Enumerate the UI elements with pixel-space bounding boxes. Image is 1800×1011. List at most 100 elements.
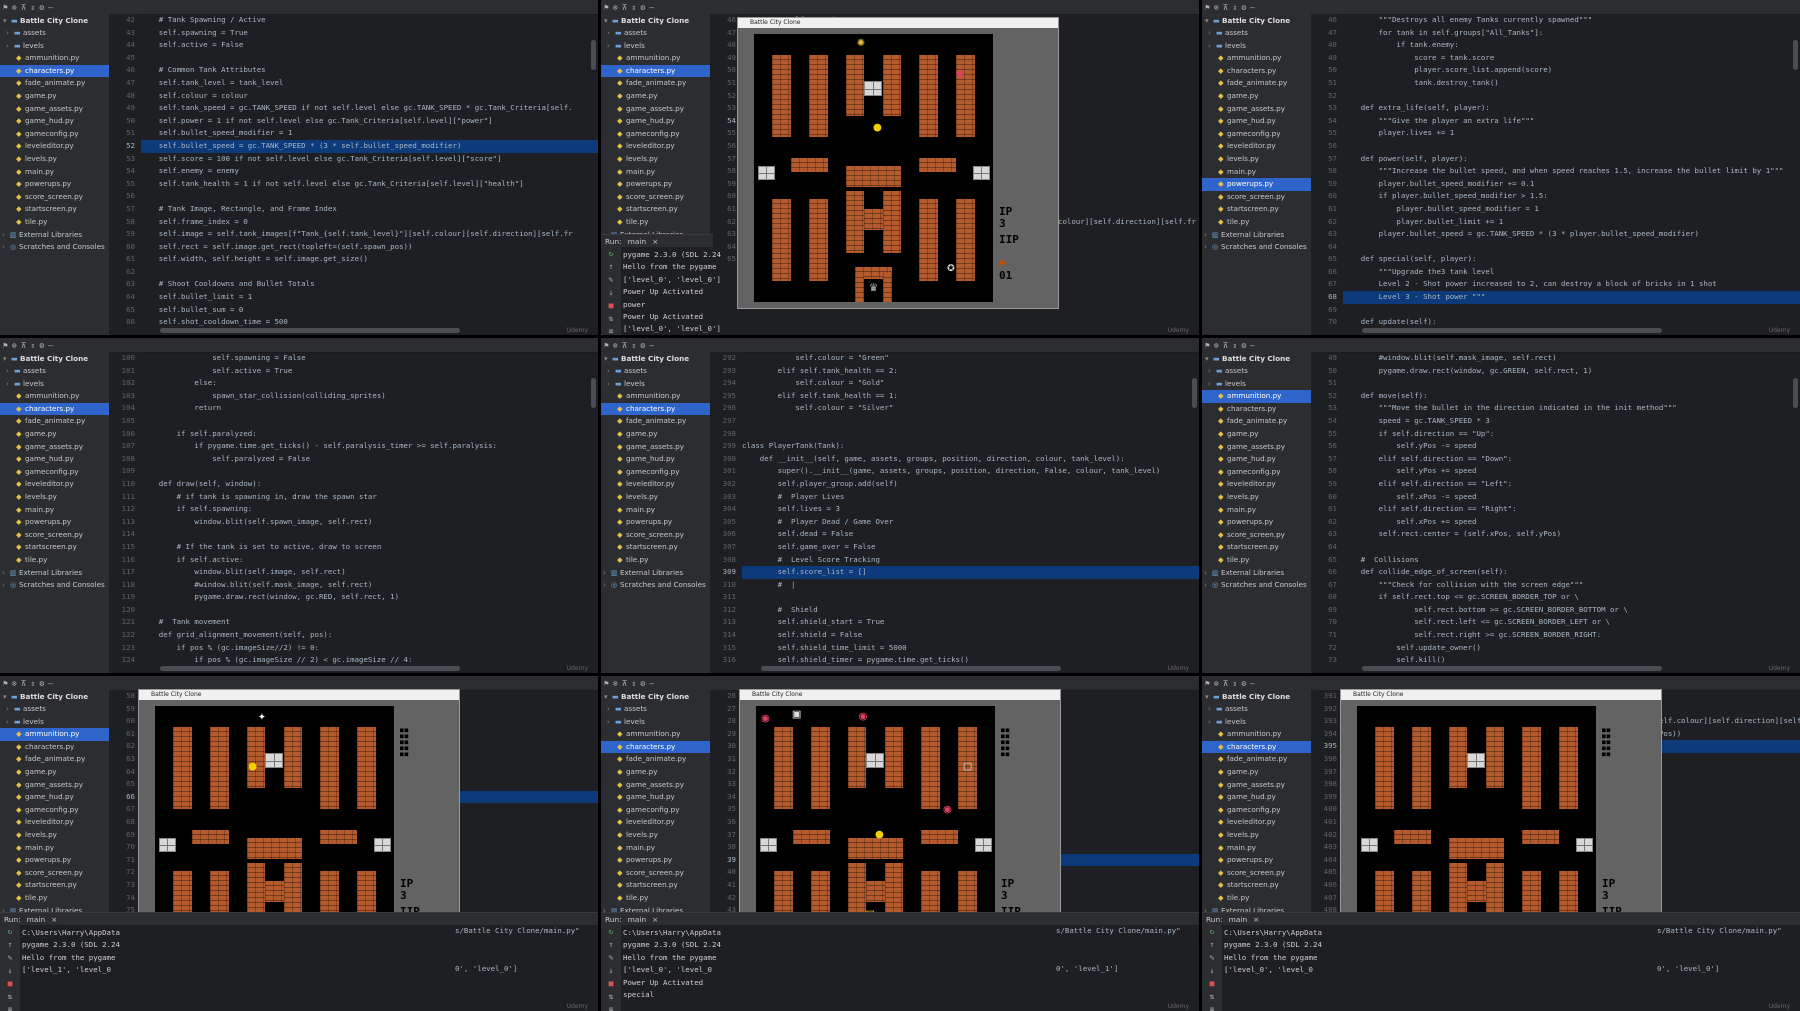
- chevron-right-icon[interactable]: ›: [1204, 241, 1212, 254]
- code-line[interactable]: self.bullet_speed_modifier = 1: [141, 127, 598, 140]
- file-powerups[interactable]: ◆ powerups.py: [1202, 516, 1311, 529]
- file-tile[interactable]: ◆ tile.py: [1202, 216, 1311, 229]
- vertical-scrollbar[interactable]: [591, 378, 596, 408]
- folder-assets[interactable]: › ▬ assets: [601, 27, 710, 40]
- file-characters[interactable]: ◆ characters.py: [1202, 740, 1311, 754]
- file-game[interactable]: ◆ game.py: [601, 90, 710, 103]
- file-game_hud[interactable]: ◆ game_hud.py: [601, 791, 710, 804]
- chevron-right-icon[interactable]: ›: [607, 40, 615, 53]
- file-score_screen[interactable]: ◆ score_screen.py: [601, 529, 710, 542]
- file-startscreen[interactable]: ◆ startscreen.py: [1202, 203, 1311, 216]
- project-root[interactable]: ▾ ▬ Battle City Clone: [601, 690, 710, 703]
- file-startscreen[interactable]: ◆ startscreen.py: [1202, 541, 1311, 554]
- file-powerups[interactable]: ◆ powerups.py: [601, 516, 710, 529]
- code-line[interactable]: [742, 591, 1199, 604]
- code-line[interactable]: [742, 428, 1199, 441]
- horizontal-scrollbar[interactable]: [1362, 666, 1662, 671]
- file-powerups[interactable]: ◆ powerups.py: [1202, 854, 1311, 867]
- collapse-icon[interactable]: ⊼: [1223, 341, 1229, 350]
- code-line[interactable]: elif self.direction == "Left":: [1343, 478, 1800, 491]
- tree-extra[interactable]: ›◎Scratches and Consoles: [0, 241, 109, 254]
- code-line[interactable]: # |: [742, 579, 1199, 592]
- file-game_assets[interactable]: ◆ game_assets.py: [601, 103, 710, 116]
- file-ammunition[interactable]: ◆ ammunition.py: [1202, 728, 1311, 741]
- file-game_hud[interactable]: ◆ game_hud.py: [1202, 791, 1311, 804]
- code-line[interactable]: # Level Score Tracking: [742, 554, 1199, 567]
- project-icon[interactable]: ⚑: [604, 341, 609, 350]
- chevron-right-icon[interactable]: ›: [607, 378, 615, 391]
- file-main[interactable]: ◆ main.py: [601, 842, 710, 855]
- code-line[interactable]: self.score_list = []: [742, 566, 1199, 579]
- horizontal-scrollbar[interactable]: [160, 666, 460, 671]
- code-line[interactable]: [141, 190, 598, 203]
- tree-extra[interactable]: ›▥External Libraries: [0, 229, 109, 242]
- file-leveleditor[interactable]: ◆ leveleditor.py: [0, 816, 109, 829]
- code-line[interactable]: # Shield: [742, 604, 1199, 617]
- hide-icon[interactable]: —: [1250, 341, 1255, 350]
- project-root[interactable]: ▾ ▬ Battle City Clone: [601, 352, 710, 365]
- gear-icon[interactable]: ⚙: [39, 679, 44, 688]
- code-line[interactable]: pygame.draw.rect(window, gc.GREEN, self.…: [1343, 365, 1800, 378]
- code-line[interactable]: player.bullet_speed_modifier = 1: [1343, 203, 1800, 216]
- code-line[interactable]: def move(self):: [1343, 390, 1800, 403]
- file-score_screen[interactable]: ◆ score_screen.py: [1202, 867, 1311, 880]
- code-line[interactable]: self.shot_cooldown_time = 500: [141, 316, 598, 329]
- folder-assets[interactable]: › ▬ assets: [1202, 27, 1311, 40]
- code-line[interactable]: [742, 415, 1199, 428]
- wrench-icon[interactable]: ✎: [0, 951, 20, 964]
- file-game_assets[interactable]: ◆ game_assets.py: [0, 779, 109, 792]
- code-line[interactable]: self.game_over = False: [742, 541, 1199, 554]
- code-line[interactable]: if self.direction == "Up":: [1343, 428, 1800, 441]
- code-line[interactable]: """Upgrade the3 tank level: [1343, 266, 1800, 279]
- folder-levels[interactable]: › ▬ levels: [1202, 40, 1311, 53]
- code-line[interactable]: self.power = 1 if not self.level else gc…: [141, 115, 598, 128]
- chevron-right-icon[interactable]: ›: [607, 365, 615, 378]
- collapse-icon[interactable]: ⊼: [622, 679, 628, 688]
- chevron-down-icon[interactable]: ▾: [1205, 16, 1213, 25]
- code-line[interactable]: def special(self, player):: [1343, 253, 1800, 266]
- file-fade_animate[interactable]: ◆ fade_animate.py: [1202, 77, 1311, 90]
- file-ammunition[interactable]: ◆ ammunition.py: [0, 728, 109, 741]
- code-line[interactable]: # if tank is spawning in, draw the spawn…: [141, 491, 598, 504]
- code-line[interactable]: self.rect.left <= gc.SCREEN_BORDER_LEFT …: [1343, 616, 1800, 629]
- hide-icon[interactable]: —: [649, 3, 654, 12]
- code-editor[interactable]: # Tank Spawning / Active self.spawning =…: [141, 14, 598, 335]
- chevron-right-icon[interactable]: ›: [1208, 378, 1216, 391]
- horizontal-scrollbar[interactable]: [160, 328, 460, 333]
- file-leveleditor[interactable]: ◆ leveleditor.py: [1202, 140, 1311, 153]
- down-icon[interactable]: ↓: [1202, 964, 1222, 977]
- file-ammunition[interactable]: ◆ ammunition.py: [601, 52, 710, 65]
- file-fade_animate[interactable]: ◆ fade_animate.py: [1202, 753, 1311, 766]
- chevron-right-icon[interactable]: ›: [6, 365, 14, 378]
- collapse-icon[interactable]: ⊼: [1223, 679, 1229, 688]
- gear-icon[interactable]: ⚙: [640, 3, 645, 12]
- stop-icon[interactable]: ■: [1202, 977, 1222, 990]
- hide-icon[interactable]: —: [649, 341, 654, 350]
- file-leveleditor[interactable]: ◆ leveleditor.py: [0, 140, 109, 153]
- vertical-scrollbar[interactable]: [1192, 378, 1197, 408]
- wrap-icon[interactable]: ⇅: [1202, 990, 1222, 1003]
- code-line[interactable]: # Shoot Cooldowns and Bullet Totals: [141, 278, 598, 291]
- code-line[interactable]: self.paralyzed = False: [141, 453, 598, 466]
- project-root[interactable]: ▾ ▬ Battle City Clone: [0, 352, 109, 365]
- file-gameconfig[interactable]: ◆ gameconfig.py: [0, 466, 109, 479]
- hide-icon[interactable]: —: [1250, 679, 1255, 688]
- code-line[interactable]: tank.destroy_tank(): [1343, 77, 1800, 90]
- rerun-icon[interactable]: ↻: [1202, 925, 1222, 938]
- chevron-right-icon[interactable]: ›: [2, 241, 10, 254]
- clear-icon[interactable]: ⌧: [601, 1003, 621, 1011]
- file-gameconfig[interactable]: ◆ gameconfig.py: [1202, 466, 1311, 479]
- chevron-right-icon[interactable]: ›: [607, 716, 615, 729]
- horizontal-scrollbar[interactable]: [761, 666, 1061, 671]
- file-main[interactable]: ◆ main.py: [601, 504, 710, 517]
- wrench-icon[interactable]: ✎: [601, 951, 621, 964]
- gear-icon[interactable]: ⚙: [1241, 679, 1246, 688]
- chevron-right-icon[interactable]: ›: [6, 378, 14, 391]
- hide-icon[interactable]: —: [1250, 3, 1255, 12]
- code-line[interactable]: self.colour = colour: [141, 90, 598, 103]
- code-line[interactable]: Level 3 - Shot power """: [1343, 291, 1800, 304]
- code-line[interactable]: class PlayerTank(Tank):: [742, 440, 1199, 453]
- chevron-right-icon[interactable]: ›: [1208, 716, 1216, 729]
- code-line[interactable]: # Common Tank Attributes: [141, 64, 598, 77]
- file-gameconfig[interactable]: ◆ gameconfig.py: [601, 128, 710, 141]
